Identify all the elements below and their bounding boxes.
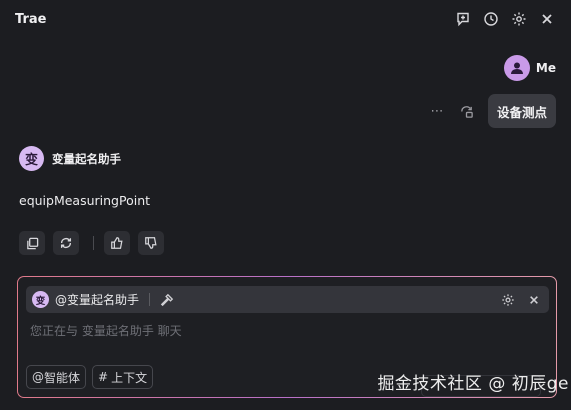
agent-settings-icon[interactable] bbox=[499, 291, 517, 309]
resend-icon[interactable] bbox=[458, 102, 476, 120]
user-avatar bbox=[503, 55, 530, 81]
answer-actions bbox=[19, 231, 172, 255]
assistant-answer: equipMeasuringPoint bbox=[19, 193, 151, 208]
assistant-header: 变 变量起名助手 bbox=[19, 146, 121, 171]
new-chat-icon[interactable] bbox=[453, 9, 473, 29]
divider bbox=[149, 293, 151, 306]
chip-label: 上下文 bbox=[111, 370, 148, 385]
hash-icon: # bbox=[98, 370, 109, 384]
copy-button[interactable] bbox=[19, 231, 45, 255]
agent-tag-label[interactable]: @变量起名助手 bbox=[55, 291, 139, 308]
copy-icon bbox=[26, 237, 38, 249]
hammer-icon[interactable] bbox=[160, 293, 174, 307]
user-message-row: ⋯ 设备测点 bbox=[428, 94, 556, 128]
watermark: 掘金技术社区 @ 初辰ge bbox=[377, 374, 569, 394]
panel-header: Trae bbox=[0, 0, 571, 38]
refresh-icon bbox=[60, 238, 72, 248]
like-button[interactable] bbox=[104, 231, 130, 255]
user-message-bubble: 设备测点 bbox=[487, 94, 556, 128]
thumbs-down-icon bbox=[145, 237, 157, 249]
assistant-name: 变量起名助手 bbox=[52, 151, 121, 166]
app-title: Trae bbox=[15, 11, 47, 27]
agent-tag-avatar: 变 bbox=[32, 291, 49, 308]
agent-chip[interactable]: @ 智能体 bbox=[26, 365, 87, 389]
close-icon[interactable] bbox=[537, 9, 557, 29]
dislike-button[interactable] bbox=[138, 231, 164, 255]
divider bbox=[93, 236, 94, 250]
history-icon[interactable] bbox=[481, 9, 501, 29]
agent-tag-bar: 变 @变量起名助手 bbox=[26, 286, 549, 313]
user-header: Me bbox=[503, 55, 556, 81]
remove-agent-icon[interactable] bbox=[525, 291, 543, 309]
input-chips: @ 智能体 # 上下文 bbox=[26, 365, 159, 389]
gear-icon[interactable] bbox=[509, 9, 529, 29]
regenerate-button[interactable] bbox=[53, 231, 79, 255]
user-name: Me bbox=[535, 61, 556, 75]
assistant-avatar: 变 bbox=[19, 146, 44, 171]
context-chip[interactable]: # 上下文 bbox=[92, 365, 154, 389]
chip-label: 智能体 bbox=[44, 370, 81, 385]
more-icon[interactable]: ⋯ bbox=[428, 102, 446, 120]
at-icon: @ bbox=[32, 370, 44, 384]
chat-input-field[interactable]: 您正在与 变量起名助手 聊天 bbox=[30, 322, 182, 339]
user-icon bbox=[510, 62, 523, 74]
thumbs-up-icon bbox=[111, 237, 123, 249]
